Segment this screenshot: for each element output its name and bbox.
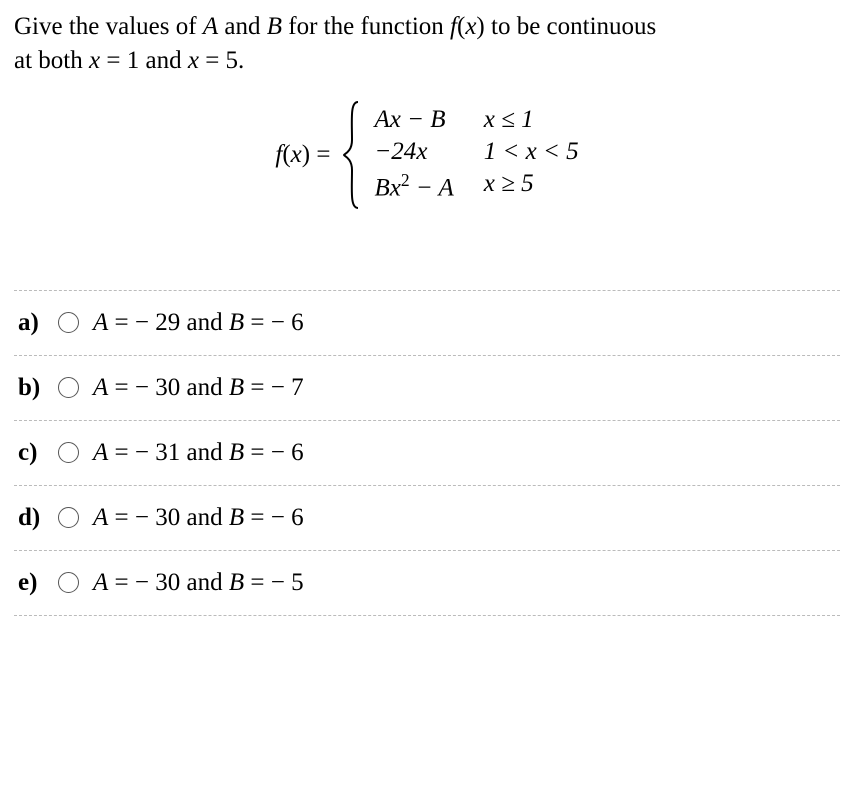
case2-cond: 1 < x < 5 bbox=[484, 138, 579, 166]
q-and1: and bbox=[218, 13, 267, 40]
q-eq2-rhs: = 5 bbox=[199, 47, 238, 74]
q-x: x bbox=[465, 13, 476, 40]
q-mid1: for the function bbox=[282, 13, 450, 40]
radio-icon[interactable] bbox=[58, 507, 79, 528]
q-mid2: to be continuous bbox=[485, 13, 657, 40]
lhs-x: x bbox=[291, 141, 302, 168]
case1-expr: Ax − B bbox=[374, 106, 453, 134]
q-period: . bbox=[238, 47, 244, 74]
case2-expr: −24x bbox=[374, 138, 453, 166]
option-label: a) bbox=[18, 309, 44, 337]
piecewise-formula: f(x) = Ax − B x ≤ 1 −24x 1 < x < 5 Bx2 −… bbox=[14, 100, 840, 210]
q-var-a: A bbox=[203, 13, 218, 40]
q-pc: ) bbox=[476, 13, 484, 40]
option-d[interactable]: d) A = − 30 and B = − 6 bbox=[14, 486, 840, 551]
option-text: A = − 31 and B = − 6 bbox=[93, 439, 304, 467]
q-eq1-rhs: = 1 bbox=[100, 47, 139, 74]
option-label: c) bbox=[18, 439, 44, 467]
option-label: b) bbox=[18, 374, 44, 402]
option-text: A = − 30 and B = − 6 bbox=[93, 504, 304, 532]
radio-icon[interactable] bbox=[58, 312, 79, 333]
radio-icon[interactable] bbox=[58, 377, 79, 398]
option-text: A = − 29 and B = − 6 bbox=[93, 309, 304, 337]
lhs-pc: ) bbox=[302, 141, 310, 168]
q-f: f bbox=[450, 13, 457, 40]
option-b[interactable]: b) A = − 30 and B = − 7 bbox=[14, 356, 840, 421]
left-brace-icon bbox=[342, 100, 362, 210]
option-label: e) bbox=[18, 569, 44, 597]
q-line2-prefix: at both bbox=[14, 47, 89, 74]
option-text: A = − 30 and B = − 5 bbox=[93, 569, 304, 597]
formula-lhs: f(x) = bbox=[275, 141, 330, 169]
lhs-eq: = bbox=[310, 141, 330, 168]
case3-cond: x ≥ 5 bbox=[484, 170, 579, 202]
page-root: Give the values of A and B for the funct… bbox=[0, 0, 854, 626]
option-text: A = − 30 and B = − 7 bbox=[93, 374, 304, 402]
cases-grid: Ax − B x ≤ 1 −24x 1 < x < 5 Bx2 − A x ≥ … bbox=[374, 106, 578, 202]
q-prefix: Give the values of bbox=[14, 13, 203, 40]
option-e[interactable]: e) A = − 30 and B = − 5 bbox=[14, 551, 840, 616]
option-label: d) bbox=[18, 504, 44, 532]
case1-cond: x ≤ 1 bbox=[484, 106, 579, 134]
q-eq2-lhs: x bbox=[188, 47, 199, 74]
radio-icon[interactable] bbox=[58, 572, 79, 593]
lhs-po: ( bbox=[282, 141, 290, 168]
case3-expr: Bx2 − A bbox=[374, 170, 453, 202]
radio-icon[interactable] bbox=[58, 442, 79, 463]
q-eq1-lhs: x bbox=[89, 47, 100, 74]
q-and2: and bbox=[139, 47, 188, 74]
question-text: Give the values of A and B for the funct… bbox=[14, 10, 840, 78]
options-list: a) A = − 29 and B = − 6 b) A = − 30 and … bbox=[14, 290, 840, 616]
q-var-b: B bbox=[267, 13, 282, 40]
option-a[interactable]: a) A = − 29 and B = − 6 bbox=[14, 290, 840, 356]
option-c[interactable]: c) A = − 31 and B = − 6 bbox=[14, 421, 840, 486]
